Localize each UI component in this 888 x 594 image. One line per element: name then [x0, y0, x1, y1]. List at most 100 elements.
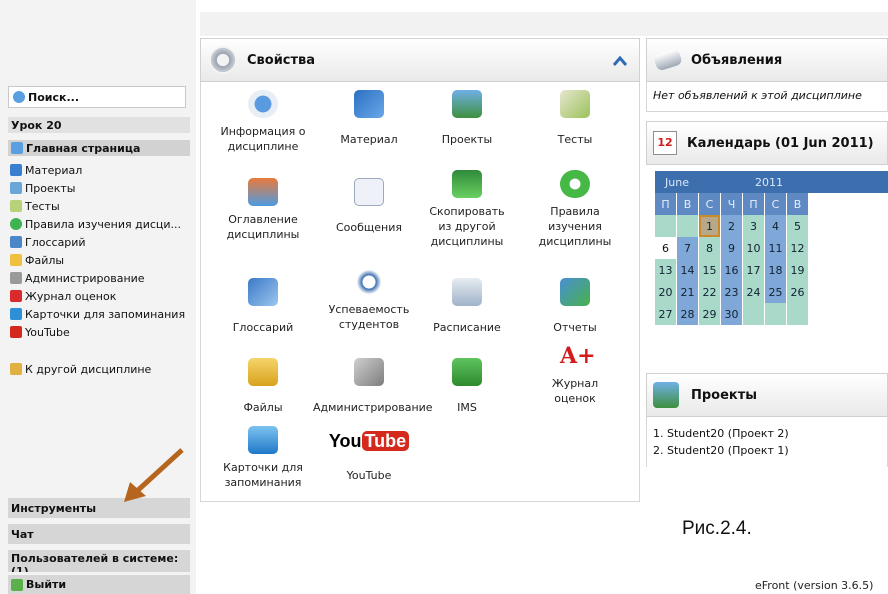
sidebar-item-glossary[interactable]: Глоссарий — [10, 233, 86, 251]
sidebar-item-grades[interactable]: Журнал оценок — [10, 287, 116, 305]
calendar-day[interactable]: 11 — [765, 237, 786, 259]
sidebar-item-youtube[interactable]: YouTube — [10, 323, 70, 341]
arrow-icon — [10, 363, 22, 375]
tile-student-progress[interactable]: Успеваемость студентов — [313, 268, 425, 332]
weekday-cell: В — [787, 193, 808, 215]
footer-version: eFront (version 3.6.5) — [755, 579, 874, 592]
calendar-day[interactable]: 12 — [787, 237, 808, 259]
home-link[interactable]: Главная страница — [8, 140, 190, 156]
tile-material[interactable]: Материал — [313, 90, 425, 147]
calendar-day[interactable]: 8 — [699, 237, 720, 259]
tile-contents[interactable]: Оглавление дисциплины — [207, 178, 319, 242]
tile-glossary[interactable]: Глоссарий — [207, 278, 319, 335]
calendar-day[interactable]: 27 — [655, 303, 676, 325]
home-icon — [11, 142, 23, 154]
sidebar-item-label: YouTube — [25, 325, 70, 339]
youtube-logo: You Tube — [313, 431, 425, 462]
tile-reports[interactable]: Отчеты — [519, 278, 631, 335]
announcements-body: Нет объявлений к этой дисциплине — [646, 82, 888, 112]
chart-icon — [560, 278, 590, 306]
book-icon — [354, 90, 384, 118]
ims-icon — [452, 358, 482, 386]
tile-schedule[interactable]: Расписание — [411, 278, 523, 335]
weekday-cell: В — [677, 193, 698, 215]
online-users-block[interactable]: Пользователей в системе: (1) — [8, 550, 190, 572]
calendar-day[interactable]: 17 — [743, 259, 764, 281]
calendar-day[interactable]: 14 — [677, 259, 698, 281]
search-box[interactable]: Поиск... — [8, 86, 186, 108]
month-label[interactable]: June — [665, 176, 725, 189]
sidebar-item-cards[interactable]: Карточки для запоминания — [10, 305, 185, 323]
calendar-grid: 1 2 3 4 5 6 7 8 9 10 11 12 13 14 15 16 17 18 19 20 21 22 23 24 2… — [655, 215, 888, 325]
tile-flashcards[interactable]: Карточки для запоминания — [207, 426, 319, 490]
calendar-day[interactable]: 22 — [699, 281, 720, 303]
year-label[interactable]: 2011 — [755, 176, 783, 189]
sidebar-item-label: Тесты — [25, 199, 60, 213]
tile-administration[interactable]: Администрирование — [313, 358, 433, 415]
logout-icon — [11, 578, 23, 591]
calendar-day[interactable]: 24 — [743, 281, 764, 303]
chat-block[interactable]: Чат — [8, 524, 190, 544]
tile-copy-course[interactable]: Скопировать из другой дисциплины — [411, 170, 523, 249]
announcements-empty-text: Нет объявлений к этой дисциплине — [653, 89, 862, 102]
cards-icon — [10, 308, 22, 320]
sidebar-item-label: Администрирование — [25, 271, 145, 285]
search-icon — [13, 91, 25, 103]
tile-course-info[interactable]: Информация о дисциплине — [207, 90, 319, 154]
sidebar-item-rules[interactable]: Правила изучения дисци... — [10, 215, 181, 233]
envelope-icon — [354, 178, 384, 206]
calendar-widget: June 2011 ПВСЧПСВ 1 2 3 4 5 6 7 8 9 10 11 12 13 14 15 1… — [655, 171, 888, 325]
tile-files[interactable]: Файлы — [207, 358, 319, 415]
calendar-empty-cell — [743, 303, 764, 325]
tile-study-rules[interactable]: Правила изучения дисциплины — [519, 170, 631, 249]
calendar-day[interactable]: 16 — [721, 259, 742, 281]
sidebar-item-admin[interactable]: Администрирование — [10, 269, 145, 287]
calendar-day[interactable]: 10 — [743, 237, 764, 259]
calendar-day[interactable]: 4 — [765, 215, 786, 237]
calendar-day[interactable]: 18 — [765, 259, 786, 281]
collapse-icon[interactable] — [613, 56, 627, 66]
calendar-day[interactable]: 19 — [787, 259, 808, 281]
contents-icon — [248, 178, 278, 206]
project-item[interactable]: 2. Student20 (Проект 1) — [653, 442, 881, 459]
calendar-day[interactable]: 13 — [655, 259, 676, 281]
sidebar-item-tests[interactable]: Тесты — [10, 197, 60, 215]
projects-body: 1. Student20 (Проект 2) 2. Student20 (Пр… — [646, 417, 888, 467]
calendar-day[interactable]: 30 — [721, 303, 742, 325]
tile-ims[interactable]: IMS — [411, 358, 523, 415]
calendar-icon: 12 — [653, 131, 677, 155]
calendar-day[interactable]: 3 — [743, 215, 764, 237]
search-label: Поиск... — [28, 90, 79, 104]
calendar-day[interactable]: 15 — [699, 259, 720, 281]
sidebar-item-projects[interactable]: Проекты — [10, 179, 76, 197]
tile-projects[interactable]: Проекты — [411, 90, 523, 147]
tile-messages[interactable]: Сообщения — [313, 178, 425, 235]
tests-icon — [10, 200, 22, 212]
calendar-day[interactable]: 21 — [677, 281, 698, 303]
calendar-day[interactable]: 1 — [699, 215, 720, 237]
logout-button[interactable]: Выйти — [8, 575, 190, 594]
calendar-day[interactable]: 29 — [699, 303, 720, 325]
tile-youtube[interactable]: You Tube YouTube — [313, 431, 425, 483]
calendar-day[interactable]: 2 — [721, 215, 742, 237]
calendar-day[interactable]: 23 — [721, 281, 742, 303]
calendar-day[interactable]: 7 — [677, 237, 698, 259]
other-course-link[interactable]: К другой дисциплине — [10, 360, 151, 378]
sidebar-item-label: Карточки для запоминания — [25, 307, 186, 321]
tile-gradebook[interactable]: A+ Журнал оценок — [519, 342, 631, 406]
calendar-day[interactable]: 20 — [655, 281, 676, 303]
calendar-day[interactable]: 28 — [677, 303, 698, 325]
sidebar-item-files[interactable]: Файлы — [10, 251, 64, 269]
sidebar-item-label: Материал — [25, 163, 83, 177]
calendar-title: Календарь (01 Jun 2011) — [687, 135, 874, 151]
calendar-day[interactable]: 5 — [787, 215, 808, 237]
sidebar-item-material[interactable]: Материал — [10, 161, 82, 179]
tile-tests[interactable]: Тесты — [519, 90, 631, 147]
calendar-day[interactable]: 26 — [787, 281, 808, 303]
rules-icon — [560, 170, 590, 198]
other-course-label: К другой дисциплине — [25, 362, 152, 376]
calendar-day[interactable]: 6 — [655, 237, 676, 259]
project-item[interactable]: 1. Student20 (Проект 2) — [653, 425, 881, 442]
calendar-day[interactable]: 9 — [721, 237, 742, 259]
calendar-day[interactable]: 25 — [765, 281, 786, 303]
